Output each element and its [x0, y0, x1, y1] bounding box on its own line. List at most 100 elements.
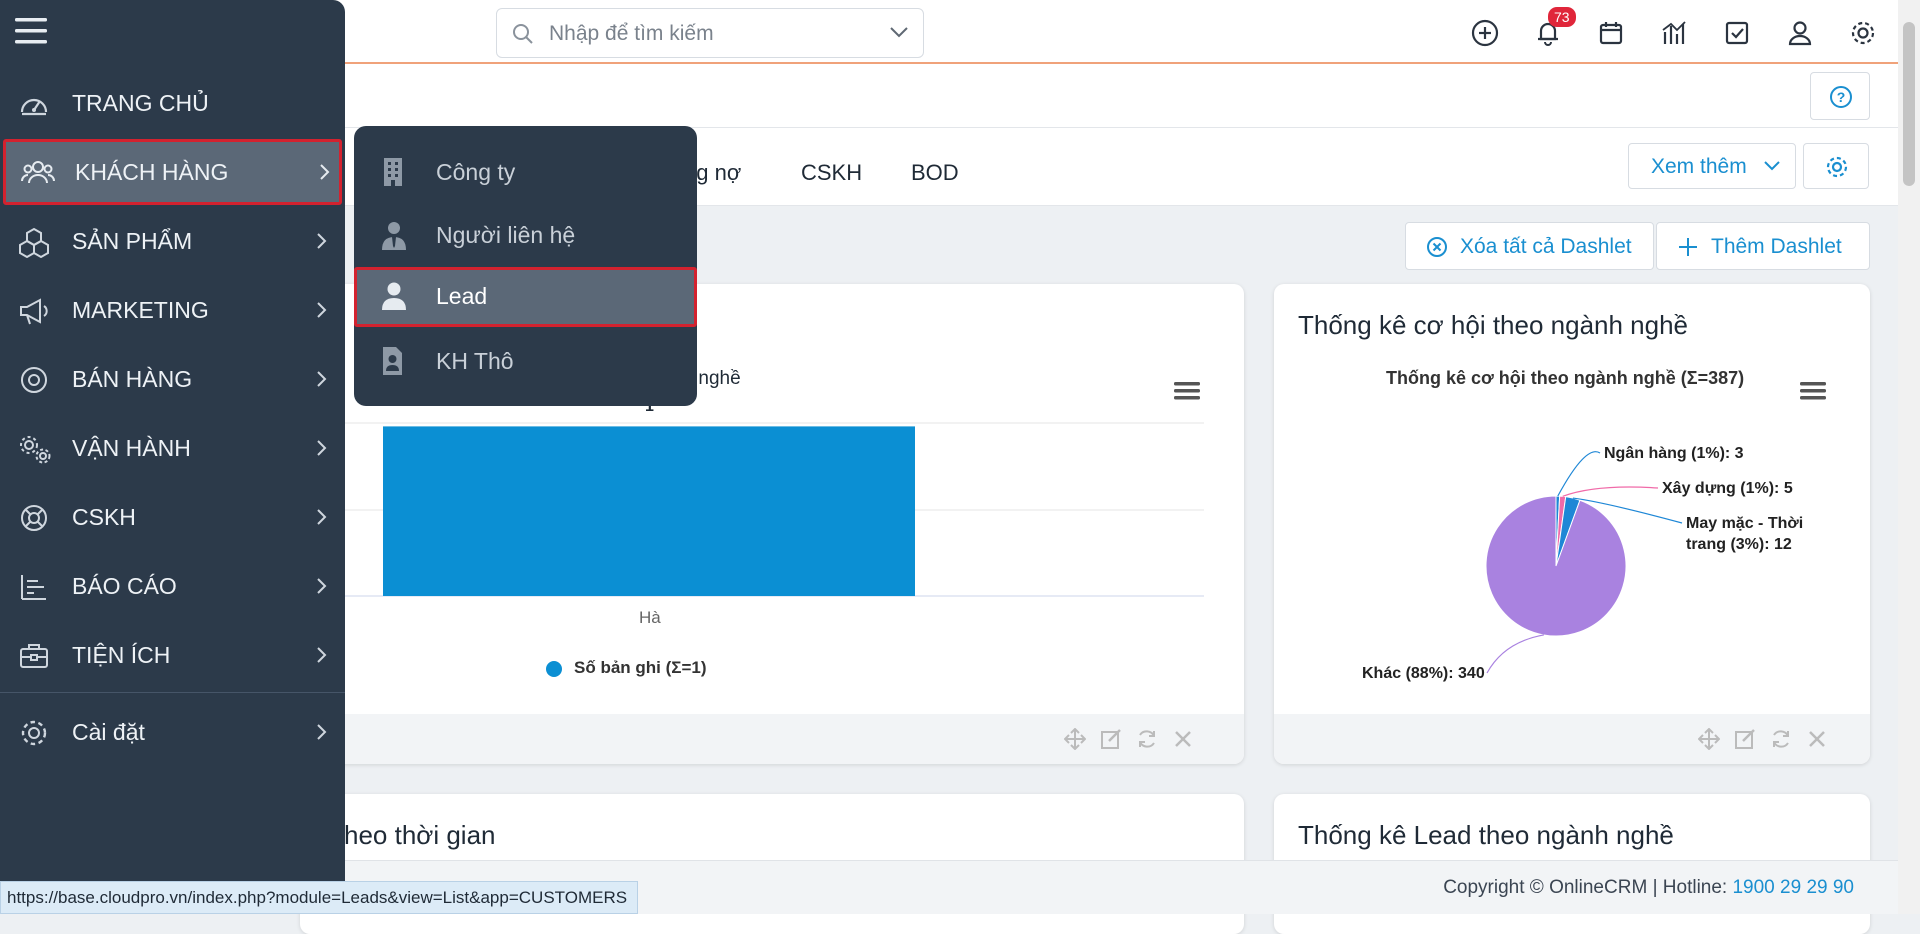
dashlet-footer	[1274, 714, 1870, 764]
move-icon[interactable]	[1064, 728, 1086, 750]
sidebar-item-label: MARKETING	[72, 297, 209, 323]
tab-cskh[interactable]: CSKH	[801, 160, 862, 186]
pie-data-label: Xây dựng (1%): 5	[1662, 480, 1793, 497]
pie-connector	[1562, 486, 1659, 497]
sidebar-item-label: BÁO CÁO	[72, 573, 177, 599]
submenu-item-label: Lead	[436, 283, 488, 309]
edit-icon[interactable]	[1100, 728, 1122, 750]
submenu-item-cong-ty[interactable]: Công ty	[354, 143, 697, 203]
refresh-icon[interactable]	[1136, 728, 1158, 750]
search-box[interactable]: Nhập để tìm kiếm	[496, 8, 924, 58]
analytics-icon[interactable]	[1659, 18, 1689, 48]
sidebar-item-tien-ich[interactable]: TIỆN ÍCH	[0, 622, 345, 688]
chevron-down-icon[interactable]	[889, 25, 909, 39]
search-input[interactable]: Nhập để tìm kiếm	[549, 22, 714, 46]
sidebar-item-label: CSKH	[72, 504, 136, 530]
dashboard-icon	[20, 98, 48, 116]
lifebuoy-icon	[21, 505, 47, 531]
status-bar-url: https://base.cloudpro.vn/index.php?modul…	[0, 881, 639, 914]
pie-data-label: Khác (88%): 340	[1362, 665, 1485, 682]
question-icon: ?	[1830, 86, 1852, 108]
xem-them-button[interactable]: Xem thêm	[1628, 143, 1796, 189]
sidebar-item-van-hanh[interactable]: VẬN HÀNH	[0, 415, 345, 481]
user-icon[interactable]	[1785, 18, 1815, 48]
sidebar-item-label: Cài đặt	[72, 719, 145, 745]
sidebar-item-marketing[interactable]: MARKETING	[0, 277, 345, 343]
settings-gear-icon[interactable]	[1848, 18, 1878, 48]
gears-icon	[20, 436, 51, 464]
dashlet-title-fragment: heo thời gian	[344, 820, 496, 850]
gear-icon	[21, 720, 47, 746]
sidebar-item-label: TIỆN ÍCH	[72, 642, 171, 668]
edit-icon[interactable]	[1734, 728, 1756, 750]
hotline-label: Hotline:	[1662, 877, 1728, 898]
move-icon[interactable]	[1698, 728, 1720, 750]
report-icon	[21, 575, 46, 600]
chevron-right-icon	[317, 233, 327, 249]
legend-dot-icon	[546, 661, 562, 677]
chevron-right-icon	[317, 724, 327, 740]
scrollbar-thumb[interactable]	[1903, 22, 1915, 186]
chevron-down-icon	[1764, 161, 1780, 171]
contact-person-icon	[382, 222, 406, 250]
users-icon	[21, 161, 55, 184]
svg-text:?: ?	[1837, 89, 1846, 105]
tab-bod[interactable]: BOD	[911, 160, 959, 186]
chevron-right-icon	[317, 647, 327, 663]
copyright-text: Copyright © OnlineCRM | Hotline: 1900 29…	[1443, 877, 1854, 899]
sidebar-item-san-pham[interactable]: SẢN PHẨM	[0, 208, 345, 274]
add-dashlet-button[interactable]: Thêm Dashlet	[1656, 222, 1870, 270]
gear-icon	[1826, 156, 1848, 178]
dashlet-footer	[300, 714, 1244, 764]
dashboard-settings-button[interactable]	[1803, 143, 1869, 189]
sidebar-item-ban-hang[interactable]: BÁN HÀNG	[0, 346, 345, 412]
clear-all-label: Xóa tất cả Dashlet	[1460, 235, 1632, 258]
close-icon[interactable]	[1172, 728, 1194, 750]
megaphone-icon	[20, 298, 48, 325]
sidebar-item-label: VẬN HÀNH	[72, 435, 191, 461]
refresh-icon[interactable]	[1770, 728, 1792, 750]
sidebar: TRANG CHỦ KHÁCH HÀNG SẢN PHẨM MARKETING …	[0, 0, 345, 914]
clear-all-dashlets-button[interactable]: Xóa tất cả Dashlet	[1405, 222, 1654, 270]
target-icon	[21, 367, 47, 393]
sidebar-item-khach-hang[interactable]: KHÁCH HÀNG	[3, 139, 342, 205]
legend-label: Số bản ghi (Σ=1)	[574, 658, 707, 677]
chevron-right-icon	[317, 578, 327, 594]
notification-badge: 73	[1548, 7, 1576, 27]
khach-hang-submenu: Công ty Người liên hệ Lead KH Thô	[354, 126, 697, 406]
chevron-right-icon	[320, 164, 330, 180]
add-dashlet-label: Thêm Dashlet	[1711, 235, 1842, 258]
x-tick-label: Hà	[639, 608, 661, 627]
submenu-item-kh-tho[interactable]: KH Thô	[354, 332, 697, 392]
close-icon[interactable]	[1806, 728, 1828, 750]
sidebar-item-label: KHÁCH HÀNG	[75, 159, 229, 185]
pie-connector	[1486, 634, 1544, 674]
sidebar-item-label: TRANG CHỦ	[72, 90, 209, 116]
pie-data-label: Ngân hàng (1%): 3	[1604, 445, 1744, 462]
pie-data-label: May mặc - Thời	[1686, 515, 1803, 532]
task-check-icon[interactable]	[1722, 18, 1752, 48]
hotline-link[interactable]: 1900 29 29 90	[1732, 877, 1854, 898]
submenu-item-label: Công ty	[436, 159, 516, 185]
chevron-right-icon	[317, 371, 327, 387]
hamburger-menu-icon[interactable]	[14, 14, 48, 48]
submenu-item-label: Người liên hệ	[436, 222, 576, 248]
person-icon	[382, 282, 406, 310]
bar[interactable]	[383, 426, 915, 596]
sidebar-item-cai-dat[interactable]: Cài đặt	[0, 699, 345, 765]
submenu-item-nguoi-lien-he[interactable]: Người liên hệ	[354, 206, 697, 266]
submenu-item-lead[interactable]: Lead	[354, 267, 697, 327]
copyright-label: Copyright © OnlineCRM	[1443, 877, 1648, 898]
sidebar-item-trang-chu[interactable]: TRANG CHỦ	[0, 70, 345, 136]
calendar-icon[interactable]	[1596, 18, 1626, 48]
pie-slice[interactable]	[1485, 495, 1627, 637]
help-button[interactable]: ?	[1810, 72, 1870, 120]
sidebar-item-bao-cao[interactable]: BÁO CÁO	[0, 553, 345, 619]
page-scrollbar[interactable]	[1898, 0, 1920, 914]
chevron-right-icon	[317, 440, 327, 456]
dashlet-title: Thống kê Lead theo ngành nghề	[1298, 820, 1674, 850]
sidebar-item-cskh[interactable]: CSKH	[0, 484, 345, 550]
briefcase-icon	[20, 644, 48, 668]
search-icon	[513, 24, 533, 44]
add-circle-icon[interactable]	[1470, 18, 1500, 48]
